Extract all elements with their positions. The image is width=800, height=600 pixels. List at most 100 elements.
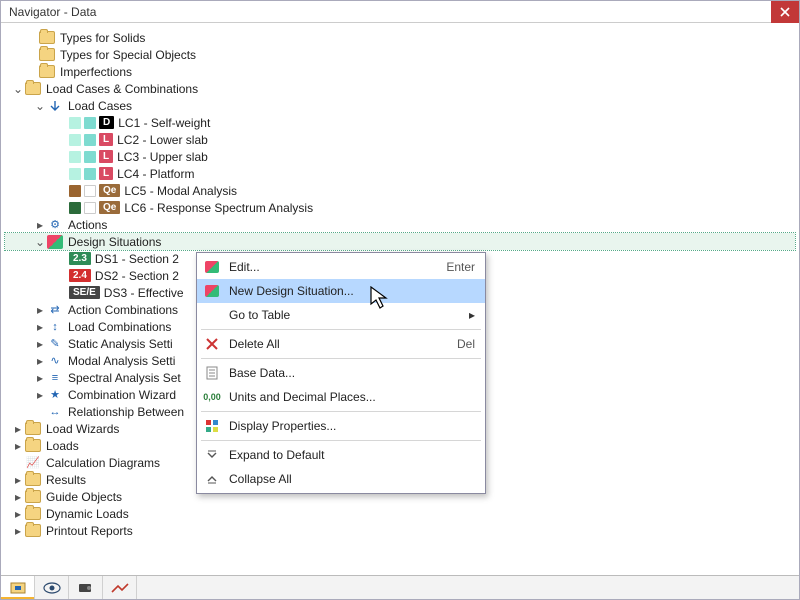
- folder-icon: [39, 31, 55, 44]
- folder-icon: [25, 82, 41, 95]
- tree-item[interactable]: Combination Wizard: [68, 388, 176, 402]
- tree-item[interactable]: Actions: [68, 218, 107, 232]
- tree-item[interactable]: Load Cases: [68, 99, 132, 113]
- design-situation-item[interactable]: DS1 - Section 2: [95, 252, 179, 266]
- units-icon: 0,00: [201, 388, 223, 406]
- folder-icon: [25, 507, 41, 520]
- menu-delete-all[interactable]: Delete All Del: [197, 332, 485, 356]
- load-combinations-icon: ↕: [47, 320, 63, 334]
- load-type-badge: L: [99, 133, 113, 146]
- arrow-down-icon: [47, 99, 63, 113]
- spectral-settings-icon: ≡: [47, 371, 63, 385]
- color-swatch: [69, 168, 81, 180]
- tree-item[interactable]: Dynamic Loads: [46, 507, 129, 521]
- tree-item[interactable]: Relationship Between: [68, 405, 184, 419]
- expand-toggle[interactable]: ▸: [33, 320, 47, 334]
- menu-separator: [201, 329, 481, 330]
- design-situation-item[interactable]: DS2 - Section 2: [95, 269, 179, 283]
- color-swatch: [69, 202, 81, 214]
- expand-toggle[interactable]: ⌄: [33, 235, 47, 249]
- tree-item[interactable]: Load Wizards: [46, 422, 119, 436]
- load-type-badge: Qe: [99, 184, 120, 197]
- color-swatch: [84, 168, 96, 180]
- tree-item[interactable]: Types for Solids: [60, 31, 145, 45]
- ds-badge: 2.3: [69, 252, 91, 265]
- load-case-item[interactable]: LC2 - Lower slab: [117, 133, 208, 147]
- menu-new-design-situation[interactable]: New Design Situation...: [197, 279, 485, 303]
- tree-item[interactable]: Printout Reports: [46, 524, 133, 538]
- expand-toggle[interactable]: ▸: [11, 490, 25, 504]
- expand-toggle[interactable]: ▸: [33, 218, 47, 232]
- load-case-item[interactable]: LC1 - Self-weight: [118, 116, 210, 130]
- title-bar: Navigator - Data: [1, 1, 799, 23]
- close-button[interactable]: [771, 1, 799, 23]
- tree-item[interactable]: Static Analysis Setti: [68, 337, 173, 351]
- menu-go-to-table[interactable]: Go to Table ▸: [197, 303, 485, 327]
- tree-item[interactable]: Guide Objects: [46, 490, 122, 504]
- relationship-icon: ↔: [47, 405, 63, 419]
- color-swatch: [69, 151, 81, 163]
- shortcut-text: Del: [457, 337, 475, 351]
- expand-toggle[interactable]: ⌄: [11, 82, 25, 96]
- tree-item[interactable]: Action Combinations: [68, 303, 178, 317]
- expand-toggle[interactable]: ▸: [33, 337, 47, 351]
- menu-display-properties[interactable]: Display Properties...: [197, 414, 485, 438]
- expand-toggle[interactable]: ▸: [11, 507, 25, 521]
- static-settings-icon: ✎: [47, 337, 63, 351]
- document-icon: [201, 364, 223, 382]
- expand-toggle[interactable]: ▸: [33, 388, 47, 402]
- load-case-item[interactable]: LC6 - Response Spectrum Analysis: [124, 201, 313, 215]
- expand-toggle[interactable]: ▸: [11, 439, 25, 453]
- bottom-toolbar: [1, 575, 799, 599]
- tree-item[interactable]: Load Combinations: [68, 320, 171, 334]
- load-case-item[interactable]: LC5 - Modal Analysis: [124, 184, 237, 198]
- menu-separator: [201, 411, 481, 412]
- edit-icon: [201, 258, 223, 276]
- toolbar-results-tab[interactable]: [103, 576, 137, 599]
- ds-badge: 2.4: [69, 269, 91, 282]
- tree-item[interactable]: Modal Analysis Setti: [68, 354, 175, 368]
- expand-toggle[interactable]: ▸: [33, 354, 47, 368]
- design-situation-item[interactable]: DS3 - Effective: [104, 286, 184, 300]
- color-swatch: [84, 134, 96, 146]
- menu-collapse-all[interactable]: Collapse All: [197, 467, 485, 491]
- modal-settings-icon: ∿: [47, 354, 63, 368]
- expand-toggle[interactable]: ▸: [33, 303, 47, 317]
- tree-item-design-situations[interactable]: ⌄Design Situations: [5, 233, 795, 250]
- tree-item[interactable]: Calculation Diagrams: [46, 456, 160, 470]
- menu-units[interactable]: 0,00 Units and Decimal Places...: [197, 385, 485, 409]
- tree-item[interactable]: Spectral Analysis Set: [68, 371, 181, 385]
- tree-item[interactable]: Results: [46, 473, 86, 487]
- menu-separator: [201, 440, 481, 441]
- toolbar-data-tab[interactable]: [1, 576, 35, 599]
- load-case-item[interactable]: LC4 - Platform: [117, 167, 194, 181]
- collapse-icon: [201, 470, 223, 488]
- toolbar-display-tab[interactable]: [35, 576, 69, 599]
- combination-wizard-icon: ★: [47, 388, 63, 402]
- tree-item[interactable]: Types for Special Objects: [60, 48, 196, 62]
- menu-edit[interactable]: Edit... Enter: [197, 255, 485, 279]
- toolbar-views-tab[interactable]: [69, 576, 103, 599]
- expand-toggle[interactable]: ▸: [11, 422, 25, 436]
- tree-item[interactable]: Load Cases & Combinations: [46, 82, 198, 96]
- menu-base-data[interactable]: Base Data...: [197, 361, 485, 385]
- expand-toggle[interactable]: ▸: [33, 371, 47, 385]
- window-title: Navigator - Data: [9, 5, 96, 19]
- color-swatch: [84, 185, 96, 197]
- tree-item[interactable]: Imperfections: [60, 65, 132, 79]
- expand-toggle[interactable]: ▸: [11, 473, 25, 487]
- color-swatch: [84, 151, 96, 163]
- folder-icon: [25, 422, 41, 435]
- folder-icon: [25, 473, 41, 486]
- tree-item[interactable]: Loads: [46, 439, 79, 453]
- context-menu: Edit... Enter New Design Situation... Go…: [196, 252, 486, 494]
- folder-icon: [25, 439, 41, 452]
- expand-toggle[interactable]: ⌄: [33, 99, 47, 113]
- chart-icon: 📈: [25, 456, 41, 470]
- delete-icon: [201, 335, 223, 353]
- expand-toggle[interactable]: ▸: [11, 524, 25, 538]
- menu-expand-default[interactable]: Expand to Default: [197, 443, 485, 467]
- load-case-item[interactable]: LC3 - Upper slab: [117, 150, 208, 164]
- new-icon: [201, 282, 223, 300]
- color-swatch: [84, 117, 96, 129]
